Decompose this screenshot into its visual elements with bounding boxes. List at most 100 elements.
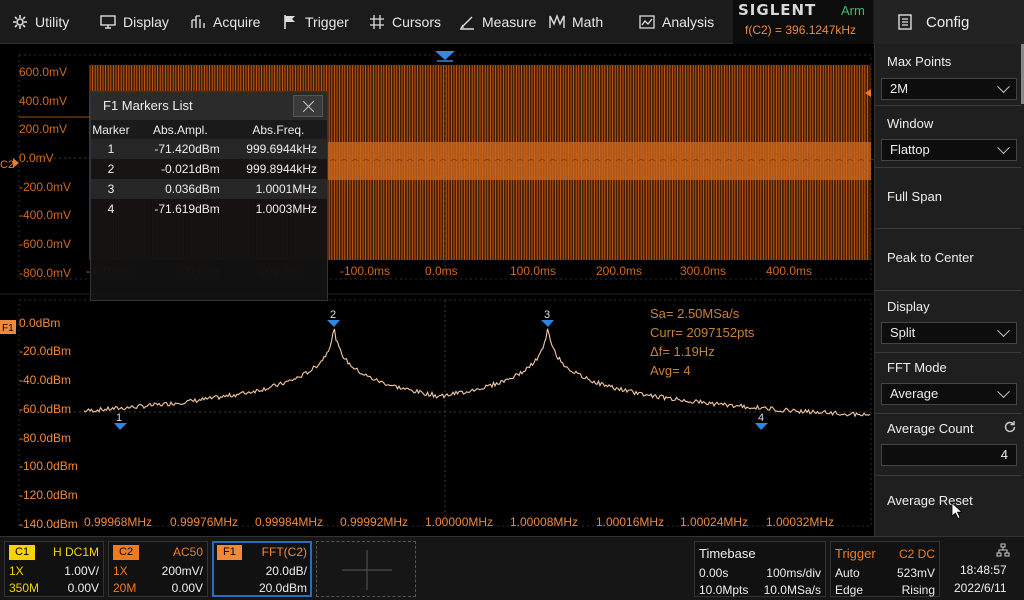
window-section: Window Flattop [875,106,1021,168]
fft-x-tick-label: 0.99968MHz [84,515,152,529]
fft-mode-section: FFT Mode Average [875,353,1021,414]
plus-icon [342,550,392,590]
fft-mode-value: Average [890,386,939,401]
fft-marker-2[interactable]: 2 [327,309,340,327]
c1-coupling: DC1M [64,545,99,559]
time-x-tick-label: 0.0ms [425,264,458,278]
c2-channel-label: C2 [0,159,14,171]
brand-logo: SIGLENT [738,1,817,19]
add-channel-button[interactable] [316,541,416,597]
math-icon [549,14,565,28]
trigger-box[interactable]: Trigger C2 DC Auto 523mV Edge Rising [830,541,940,597]
max-points-value: 2M [890,81,909,96]
fft-marker-4[interactable]: 4 [755,412,768,430]
fft-marker-1[interactable]: 1 [114,412,127,430]
fft-marker-4-label: 4 [758,412,764,424]
c1-channel-box[interactable]: C1 H DC1M 1X 1.00V/ 350M 0.00V [4,541,104,597]
c1-scale: 1.00V/ [64,564,99,578]
menu-acquire[interactable]: Acquire [190,0,260,44]
analysis-icon [639,15,655,29]
menu-utility[interactable]: Utility [12,0,69,44]
fft-info-points: Curr= 2097152pts [650,325,755,340]
marker-id: 4 [107,202,115,216]
marker-ampl: -0.021dBm [161,162,220,176]
markers-list-title: F1 Markers List [91,92,327,120]
time-y-tick-label: 0.0mV [19,151,54,165]
timebase-box[interactable]: Timebase 0.00s 100ms/div 10.0Mpts 10.0MS… [694,541,826,597]
trigger-mode: Auto [835,566,860,580]
time-y-tick-label: 200.0mV [19,122,67,136]
trigger-source: C2 DC [898,547,935,561]
waveform-display[interactable]: 600.0mV 400.0mV 200.0mV 0.0mV -200.0mV -400.0… [0,44,876,534]
fft-x-tick-label: 1.00024MHz [680,515,748,529]
average-reset-button[interactable]: Average Reset [875,476,1021,536]
menu-measure[interactable]: Measure [459,0,536,44]
window-value: Flattop [890,142,930,157]
marker-ampl: 0.036dBm [130,179,230,199]
time-x-tick-label: 300.0ms [680,264,726,278]
fft-spectrum-trace [83,328,871,418]
display-select[interactable]: Split [881,322,1017,344]
max-points-select[interactable]: 2M [881,78,1017,100]
marker-freq: 999.6944kHz [229,139,327,159]
f1-source: FFT(C2) [261,545,307,559]
clock-date: 2022/6/11 [954,581,1007,595]
peak-to-center-button[interactable]: Peak to Center [875,229,1021,291]
timebase-sample-rate: 10.0MSa/s [763,583,821,597]
fft-marker-3-label: 3 [544,309,550,321]
fft-y-tick-label: 0.0dBm [19,316,60,330]
mouse-pointer-icon [951,502,963,520]
refresh-icon[interactable] [1003,420,1017,434]
table-row[interactable]: 4 -71.619dBm 1.0003MHz [91,199,327,219]
c2-channel-box[interactable]: C2 AC50 1X 200mV/ 20M 0.00V [108,541,208,597]
marker-id: 1 [91,139,131,159]
fft-mode-label: FFT Mode [887,360,947,375]
f1-math-box[interactable]: F1 FFT(C2) 20.0dB/ 20.0dBm [212,541,312,597]
config-button[interactable]: Config [874,0,1024,44]
menu-cursors[interactable]: Cursors [369,0,441,44]
trigger-title: Trigger [835,546,876,561]
table-row[interactable]: 2 -0.021dBm 999.8944kHz [91,159,327,179]
fft-x-tick-label: 0.99992MHz [340,515,408,529]
marker-id: 2 [107,162,115,176]
menu-math-label: Math [572,14,604,30]
fft-x-tick-label: 1.00008MHz [510,515,578,529]
display-section: Display Split [875,291,1021,353]
fft-marker-1-label: 1 [116,412,122,424]
marker-freq: 1.0003MHz [255,202,317,216]
display-value: Split [890,325,916,340]
c1-offset: 0.00V [67,581,99,595]
fft-info-sample-rate: Sa= 2.50MSa/s [650,306,740,321]
time-y-axis-labels: 600.0mV 400.0mV 200.0mV 0.0mV -200.0mV -400.0… [19,65,71,280]
f1-channel-label: F1 [2,323,14,334]
time-y-tick-label: -800.0mV [19,266,71,280]
close-icon[interactable] [293,95,323,117]
markers-list-window[interactable]: F1 Markers List Marker Abs.Ampl. Abs.Fre… [90,91,328,301]
fft-marker-2-label: 2 [330,309,336,321]
fft-y-tick-label: -80.0dBm [19,431,71,445]
fft-mode-select[interactable]: Average [881,383,1017,405]
average-count-section: Average Count 4 [875,414,1021,476]
col-header-freq: Abs.Freq. [229,120,327,139]
menu-analysis[interactable]: Analysis [639,0,714,44]
display-label: Display [887,299,930,314]
trigger-position-marker[interactable] [435,51,455,60]
time-y-tick-label: -400.0mV [19,208,71,222]
fft-info: Sa= 2.50MSa/s Curr= 2097152pts Δf= 1.19H… [650,306,755,378]
c1-coupling-h: H [53,545,62,559]
menu-display[interactable]: Display [100,0,169,44]
table-row[interactable]: 1 -71.420dBm 999.6944kHz [91,139,327,159]
average-count-input[interactable]: 4 [881,444,1017,466]
f1-scale: 20.0dB/ [265,564,307,578]
fft-x-tick-label: 1.00016MHz [596,515,664,529]
menu-trigger[interactable]: Trigger [282,0,349,44]
full-span-button[interactable]: Full Span [875,168,1021,229]
chevron-down-icon [997,324,1010,338]
time-y-tick-label: -600.0mV [19,237,71,251]
table-row[interactable]: 3 0.036dBm 1.0001MHz [91,179,327,199]
window-select[interactable]: Flattop [881,139,1017,161]
menu-trigger-label: Trigger [305,14,349,30]
fft-y-tick-label: -20.0dBm [19,344,71,358]
fft-marker-3[interactable]: 3 [541,309,554,327]
menu-math[interactable]: Math [549,0,603,44]
